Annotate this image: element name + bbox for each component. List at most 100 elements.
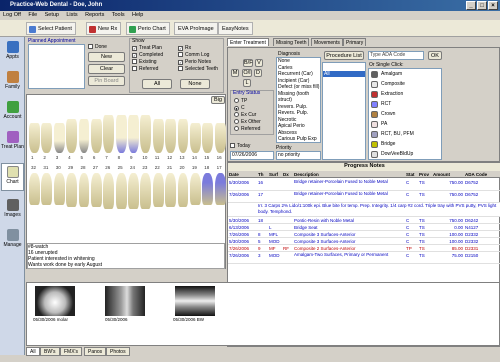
tooth[interactable] bbox=[214, 173, 226, 205]
quick-code-item[interactable]: RCT bbox=[369, 99, 441, 109]
notes-column-header[interactable]: Prov bbox=[419, 171, 432, 177]
notes-column-header[interactable]: Th bbox=[258, 171, 268, 177]
quick-code-item[interactable]: PA bbox=[369, 119, 441, 129]
sidebar-item-family[interactable]: Family bbox=[1, 69, 24, 97]
tooth[interactable] bbox=[103, 115, 115, 153]
menu-log-off[interactable]: Log Off bbox=[3, 12, 21, 18]
sidebar-item-appts[interactable]: Appts bbox=[1, 39, 24, 67]
quick-code-item[interactable]: RCT, BU, PFM bbox=[369, 129, 441, 139]
tooth[interactable] bbox=[189, 123, 201, 153]
procedure-category-list[interactable]: All bbox=[322, 62, 366, 160]
tooth[interactable] bbox=[140, 173, 152, 209]
surface-d-button[interactable]: D bbox=[254, 69, 262, 77]
new-rx-button[interactable]: New Rx bbox=[86, 22, 122, 35]
show-rx-checkbox[interactable]: ✓ Rx bbox=[178, 45, 191, 51]
tooth[interactable] bbox=[103, 173, 115, 209]
menu-setup[interactable]: Setup bbox=[45, 12, 59, 18]
quick-code-item[interactable]: Bridge bbox=[369, 139, 441, 149]
tooth[interactable] bbox=[165, 119, 176, 153]
status-c-radio[interactable]: ● C bbox=[234, 105, 245, 111]
tooth[interactable] bbox=[78, 173, 90, 207]
tab-primary[interactable]: Primary bbox=[343, 38, 367, 46]
notes-column-header[interactable]: Amount bbox=[433, 171, 463, 177]
tooth[interactable] bbox=[152, 173, 164, 207]
notes-column-header[interactable]: Dx bbox=[283, 171, 293, 177]
quick-code-list[interactable]: Amalgam Composite Extraction RCT Crown PA RCT,… bbox=[368, 68, 442, 160]
notes-column-header[interactable]: Stat bbox=[406, 171, 418, 177]
status-ex-other-radio[interactable]: Ex Other bbox=[234, 119, 261, 125]
table-row[interactable]: 7/26/2006 8 MFL Composite 3 Surfaces-Anteri… bbox=[228, 231, 500, 238]
ok-button[interactable]: OK bbox=[428, 51, 442, 60]
tooth[interactable] bbox=[90, 119, 102, 153]
show-selected-teeth-checkbox[interactable]: Selected Teeth bbox=[178, 66, 218, 72]
tab-all[interactable]: All bbox=[26, 347, 40, 356]
tab-panos[interactable]: Panos bbox=[84, 347, 107, 356]
tooth[interactable] bbox=[29, 123, 40, 153]
surface-bf-button[interactable]: B/F bbox=[243, 59, 253, 67]
diagnosis-list[interactable]: None Caries Recurrent (Car) Incipient (Car)… bbox=[276, 57, 321, 143]
tooth[interactable] bbox=[140, 115, 152, 153]
select-patient-button[interactable]: Select Patient bbox=[26, 22, 76, 35]
tab-fmxs[interactable]: FMX's bbox=[60, 347, 83, 356]
show-completed-checkbox[interactable]: ✓ Completed bbox=[132, 52, 163, 58]
tooth[interactable] bbox=[177, 119, 189, 153]
tooth[interactable] bbox=[202, 123, 214, 153]
priority-select[interactable]: no priority bbox=[276, 151, 321, 160]
tooth[interactable] bbox=[90, 173, 102, 207]
diagnosis-item[interactable]: Cracked Tooth bbox=[277, 143, 320, 144]
quick-code-item[interactable]: Composite bbox=[369, 79, 441, 89]
surface-oi-button[interactable]: O/I bbox=[242, 69, 252, 77]
sidebar-item-images[interactable]: Images bbox=[1, 197, 24, 225]
sidebar-item-manage[interactable]: Manage bbox=[1, 227, 24, 255]
tooth[interactable] bbox=[66, 173, 77, 207]
ada-code-input[interactable]: Type ADA Code bbox=[368, 51, 424, 60]
tooth[interactable] bbox=[115, 115, 127, 153]
table-row[interactable]: 5/30/2006 5 MOD Composite 3 Surfaces-Anteri… bbox=[228, 238, 500, 245]
show-comm-log-checkbox[interactable]: Comm Log bbox=[178, 52, 209, 58]
done-checkbox[interactable]: Done bbox=[88, 44, 107, 50]
tooth[interactable] bbox=[214, 123, 226, 153]
show-referred-checkbox[interactable]: Referred bbox=[132, 66, 158, 72]
tab-movements[interactable]: Movements bbox=[311, 38, 343, 46]
sidebar-item-chart[interactable]: Chart bbox=[1, 163, 24, 191]
tooth[interactable] bbox=[66, 119, 77, 153]
show-treat-plan-checkbox[interactable]: ✓ Treat Plan bbox=[132, 45, 162, 51]
table-row[interactable]: 7/26/2006 17 Bridge retainer-Porcelain Fus… bbox=[228, 191, 500, 203]
show-all-button[interactable]: All bbox=[142, 79, 172, 89]
close-button[interactable]: × bbox=[488, 1, 498, 10]
tab-photos[interactable]: Photos bbox=[106, 347, 130, 356]
table-row[interactable]: 7/26/2006 3 MOD Amalgam-Two Surfaces, Prima… bbox=[228, 252, 500, 264]
image-thumbnail-molar[interactable] bbox=[35, 286, 75, 316]
big-button[interactable]: Big bbox=[211, 96, 225, 104]
table-row[interactable]: 7/26/2006 9 MF RF Composite 2 Surfaces-Anter… bbox=[228, 245, 500, 252]
diagnosis-item[interactable]: Carious Pulp Exp bbox=[277, 136, 320, 142]
sidebar-item-account[interactable]: Account bbox=[1, 99, 24, 127]
tab-missing-teeth[interactable]: Missing Teeth bbox=[273, 38, 310, 46]
notes-column-header[interactable]: Surf bbox=[269, 171, 282, 177]
tab-enter-treatment[interactable]: Enter Treatment bbox=[227, 38, 269, 46]
tooth[interactable] bbox=[29, 173, 40, 205]
tooth[interactable] bbox=[53, 123, 65, 153]
table-row[interactable]: 6/13/2006 L Bridge Seat C TS 0.00 N4127 bbox=[228, 224, 500, 231]
notes-column-header[interactable]: ADA Code bbox=[465, 171, 495, 177]
tooth[interactable] bbox=[189, 173, 201, 205]
perio-chart-button[interactable]: Perio Chart bbox=[126, 22, 170, 35]
date-field[interactable]: 07/26/2006 bbox=[230, 151, 274, 160]
tooth[interactable] bbox=[202, 173, 214, 205]
menu-help[interactable]: Help bbox=[132, 12, 143, 18]
new-button[interactable]: New bbox=[88, 52, 125, 62]
tooth[interactable] bbox=[165, 173, 176, 207]
surface-l-button[interactable]: L bbox=[243, 79, 251, 87]
menu-tools[interactable]: Tools bbox=[112, 12, 125, 18]
table-row[interactable]: 5/30/2006 16 Bridge retainer-Porcelain Fus… bbox=[228, 179, 500, 191]
tooth[interactable] bbox=[152, 119, 164, 153]
diagnosis-item[interactable]: Missing (tooth struct) bbox=[277, 91, 320, 104]
tooth[interactable] bbox=[41, 173, 53, 205]
show-existing-checkbox[interactable]: Existing bbox=[132, 59, 157, 65]
status-tp-radio[interactable]: TP bbox=[234, 98, 247, 104]
minimize-button[interactable]: _ bbox=[466, 1, 476, 10]
quick-code-item[interactable]: DowVeeBldUp bbox=[369, 149, 441, 159]
notes-column-header[interactable]: Date bbox=[229, 171, 257, 177]
perio-notes-box[interactable]: #8-watch 16 unerupted Patient interested… bbox=[27, 243, 225, 269]
tooth[interactable] bbox=[78, 119, 90, 153]
